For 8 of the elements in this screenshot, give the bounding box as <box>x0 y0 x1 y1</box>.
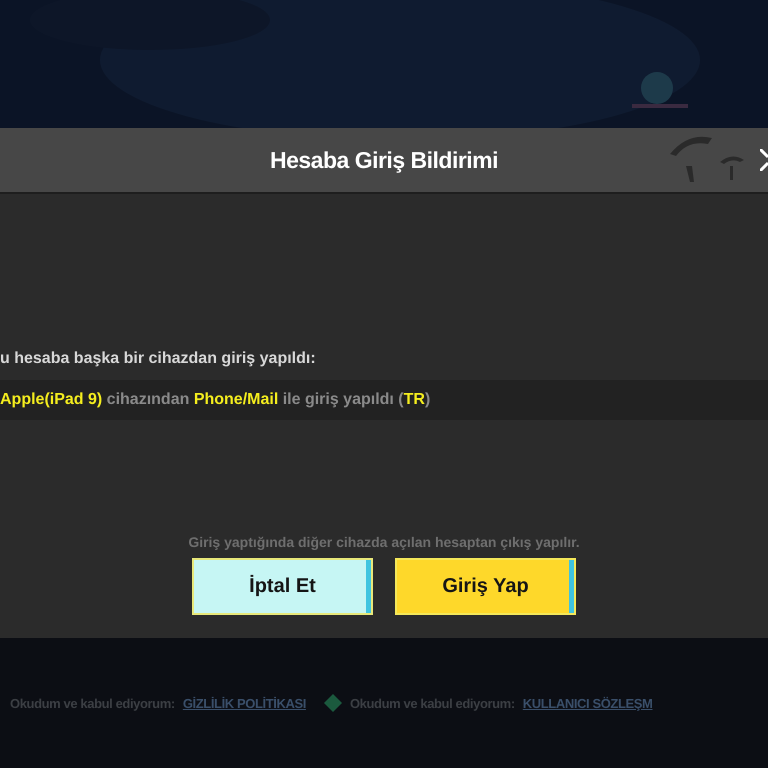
cancel-button[interactable]: İptal Et <box>192 558 373 615</box>
login-detail-text: Apple(iPad 9) cihazından Phone/Mail ile giriş yapıldı (TR) <box>0 380 768 420</box>
close-icon[interactable] <box>760 149 768 171</box>
note-text: Giriş yaptığında diğer cihazda açılan hesaptan çıkış yapılır. <box>188 534 580 550</box>
dialog-title: Hesaba Giriş Bildirimi <box>270 146 498 174</box>
message-text: u hesaba başka bir cihazdan giriş yapıldı: <box>0 350 317 369</box>
login-button[interactable]: Giriş Yap <box>395 558 576 615</box>
diamond-icon <box>324 694 342 712</box>
